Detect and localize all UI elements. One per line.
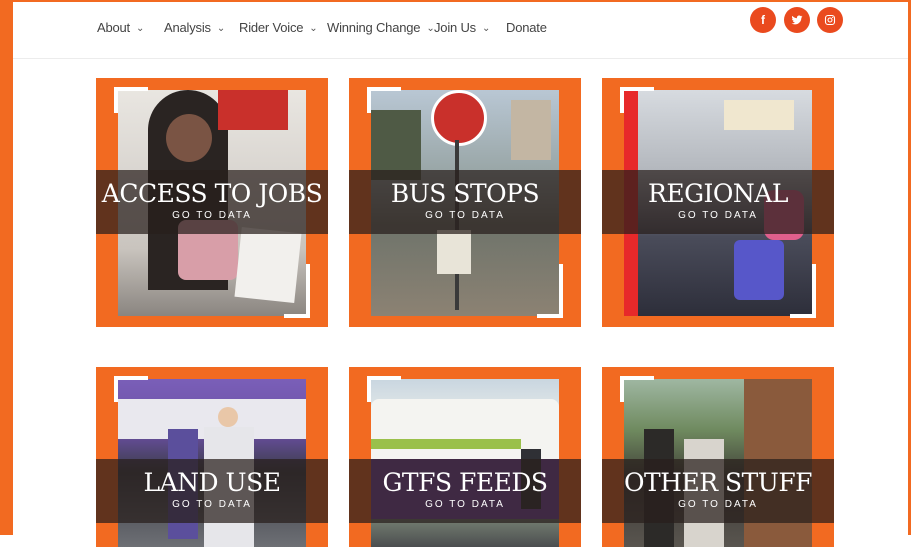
go-to-data-link[interactable]: GO TO DATA	[349, 499, 581, 510]
decorative-corner	[284, 264, 310, 318]
card-title: ACCESS TO JOBS	[101, 179, 323, 208]
card-land-use[interactable]: LAND USE GO TO DATA	[96, 367, 328, 547]
card-regional[interactable]: REGIONAL GO TO DATA	[602, 78, 834, 327]
chevron-down-icon: ⌄	[216, 23, 225, 34]
decorative-corner	[537, 264, 563, 318]
card-access-to-jobs[interactable]: ACCESS TO JOBS GO TO DATA	[96, 78, 328, 327]
card-bus-stops[interactable]: BUS STOPS GO TO DATA	[349, 78, 581, 327]
twitter-icon[interactable]	[784, 7, 810, 33]
decorative-corner	[114, 376, 148, 402]
top-navigation: About ⌄ Analysis ⌄ Rider Voice ⌄ Winning Ch…	[13, 2, 908, 59]
chevron-down-icon: ⌄	[309, 23, 318, 34]
nav-item-donate[interactable]: Donate	[506, 20, 547, 35]
decorative-corner	[367, 87, 401, 113]
card-title-band: REGIONAL GO TO DATA	[602, 170, 834, 234]
go-to-data-link[interactable]: GO TO DATA	[96, 210, 328, 221]
nav-item-about[interactable]: About ⌄	[97, 20, 144, 35]
card-title-band: BUS STOPS GO TO DATA	[349, 170, 581, 234]
frame-left	[0, 0, 13, 535]
card-title: OTHER STUFF	[623, 468, 813, 497]
card-title-band: GTFS FEEDS GO TO DATA	[349, 459, 581, 523]
nav-item-winning-change[interactable]: Winning Change ⌄	[327, 20, 435, 35]
card-title: GTFS FEEDS	[382, 468, 548, 497]
go-to-data-link[interactable]: GO TO DATA	[602, 499, 834, 510]
go-to-data-link[interactable]: GO TO DATA	[96, 499, 328, 510]
decorative-corner	[790, 264, 816, 318]
card-title-band: ACCESS TO JOBS GO TO DATA	[96, 170, 328, 234]
nav-item-label: Rider Voice	[239, 20, 304, 35]
nav-item-analysis[interactable]: Analysis ⌄	[164, 20, 225, 35]
nav-item-label: Join Us	[434, 20, 476, 35]
decorative-corner	[620, 87, 654, 113]
card-title-band: LAND USE GO TO DATA	[96, 459, 328, 523]
card-other-stuff[interactable]: OTHER STUFF GO TO DATA	[602, 367, 834, 547]
card-gtfs-feeds[interactable]: GTFS FEEDS GO TO DATA	[349, 367, 581, 547]
decorative-corner	[620, 376, 654, 402]
nav-item-label: Donate	[506, 20, 547, 35]
decorative-corner	[367, 376, 401, 402]
nav-item-label: Winning Change	[327, 20, 421, 35]
card-title: BUS STOPS	[390, 179, 540, 208]
card-title: REGIONAL	[648, 179, 788, 208]
decorative-corner	[114, 87, 148, 113]
go-to-data-link[interactable]: GO TO DATA	[602, 210, 834, 221]
card-title: LAND USE	[143, 468, 281, 497]
chevron-down-icon: ⌄	[481, 23, 491, 34]
chevron-down-icon: ⌄	[135, 23, 145, 34]
facebook-icon[interactable]: f	[750, 7, 776, 33]
nav-item-join-us[interactable]: Join Us ⌄	[434, 20, 490, 35]
card-title-band: OTHER STUFF GO TO DATA	[602, 459, 834, 523]
nav-item-label: About	[97, 20, 130, 35]
go-to-data-link[interactable]: GO TO DATA	[349, 210, 581, 221]
nav-item-rider-voice[interactable]: Rider Voice ⌄	[239, 20, 318, 35]
nav-item-label: Analysis	[164, 20, 211, 35]
instagram-icon[interactable]	[817, 7, 843, 33]
